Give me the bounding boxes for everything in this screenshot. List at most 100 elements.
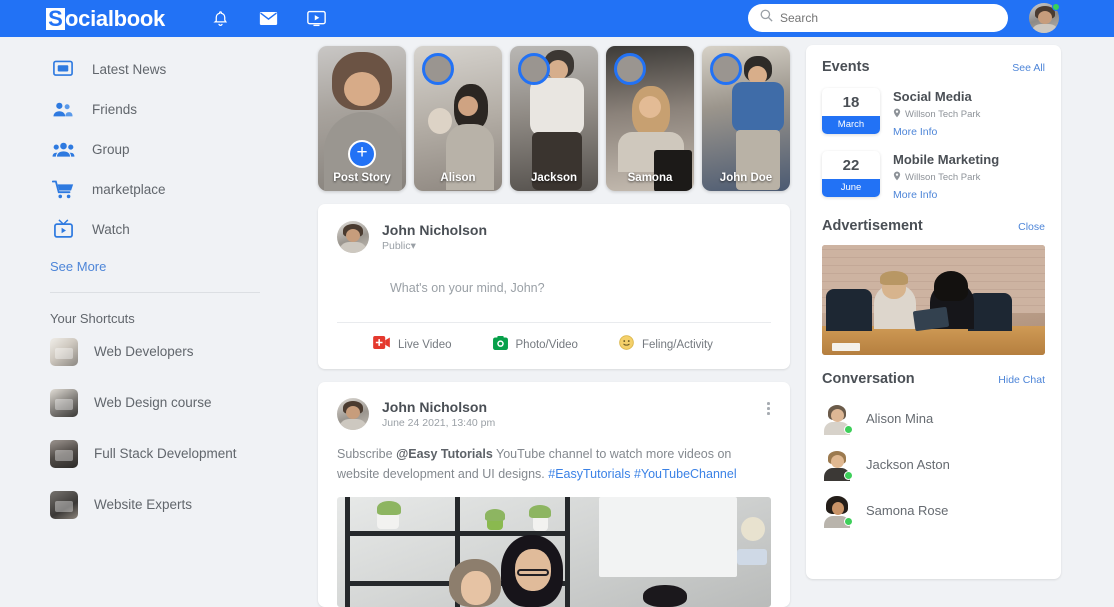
online-indicator xyxy=(844,471,853,480)
advertisement-image[interactable] xyxy=(822,245,1045,355)
story-label: John Doe xyxy=(702,172,790,184)
avatar-shirt xyxy=(1031,24,1059,33)
post-image[interactable] xyxy=(337,497,771,607)
feeling-icon xyxy=(619,335,634,355)
event-date-badge: 18 March xyxy=(822,88,880,134)
advertisement-close-link[interactable]: Close xyxy=(1018,221,1045,233)
story-label: Alison xyxy=(414,172,502,184)
story-label: Jackson xyxy=(510,172,598,184)
shortcut-label: Full Stack Development xyxy=(94,446,237,461)
mail-icon[interactable] xyxy=(257,8,279,30)
photo-video-button[interactable]: Photo/Video xyxy=(493,336,578,355)
contact-name: Alison Mina xyxy=(866,411,933,426)
shortcut-web-developers[interactable]: Web Developers xyxy=(0,326,310,377)
main-feed: + Post Story Alison Jackson Samona xyxy=(310,37,800,579)
search-input[interactable] xyxy=(780,11,980,25)
post-author-name: John Nicholson xyxy=(382,399,495,415)
event-day: 18 xyxy=(822,88,880,116)
feeling-activity-label: Feling/Activity xyxy=(642,339,713,351)
photo-video-label: Photo/Video xyxy=(516,339,578,351)
event-month: March xyxy=(822,116,880,134)
sidebar-label: marketplace xyxy=(92,182,166,197)
story-avatar xyxy=(614,53,646,85)
sidebar-item-group[interactable]: Group xyxy=(0,129,310,169)
composer-input[interactable]: What's on your mind, John? xyxy=(390,281,771,295)
sidebar-label: Latest News xyxy=(92,62,166,77)
event-place-label: Willson Tech Park xyxy=(905,172,980,183)
audience-label: Public xyxy=(382,240,411,252)
shortcut-label: Web Developers xyxy=(94,344,194,359)
post-body-text: Subscribe @Easy Tutorials YouTube channe… xyxy=(337,444,771,485)
shortcut-thumbnail xyxy=(50,440,78,468)
story-card-john-doe[interactable]: John Doe xyxy=(702,46,790,191)
post-composer-card: John Nicholson Public▾ What's on your mi… xyxy=(318,204,790,369)
contact-name: Samona Rose xyxy=(866,503,948,518)
shortcut-web-design-course[interactable]: Web Design course xyxy=(0,377,310,428)
more-options-icon[interactable] xyxy=(767,402,770,415)
story-card-alison[interactable]: Alison xyxy=(414,46,502,191)
live-video-button[interactable]: Live Video xyxy=(373,336,452,354)
event-location: Willson Tech Park xyxy=(893,171,999,184)
online-indicator xyxy=(844,517,853,526)
sidebar-item-latest-news[interactable]: Latest News xyxy=(0,49,310,89)
events-header: Events See All xyxy=(822,59,1045,75)
event-more-info-link[interactable]: More Info xyxy=(893,126,980,138)
composer-avatar xyxy=(337,221,369,253)
right-sidebar: Events See All 18 March Social Media Wil… xyxy=(806,45,1061,579)
header-icon-group xyxy=(209,8,327,30)
search-bar[interactable] xyxy=(748,4,1008,32)
shortcut-thumbnail xyxy=(50,491,78,519)
news-icon xyxy=(50,60,76,78)
hide-chat-link[interactable]: Hide Chat xyxy=(998,374,1045,386)
post-hashtag-2[interactable]: #YouTubeChannel xyxy=(634,467,737,481)
story-card-jackson[interactable]: Jackson xyxy=(510,46,598,191)
event-more-info-link[interactable]: More Info xyxy=(893,189,999,201)
contact-avatar xyxy=(822,403,852,433)
feeling-activity-button[interactable]: Feling/Activity xyxy=(619,335,713,355)
post-mention: @Easy Tutorials xyxy=(396,447,493,461)
post-hashtag-1[interactable]: #EasyTutorials xyxy=(548,467,630,481)
event-date-badge: 22 June xyxy=(822,151,880,197)
event-place-label: Willson Tech Park xyxy=(905,109,980,120)
add-story-button[interactable]: + xyxy=(348,140,376,168)
chevron-down-icon: ▾ xyxy=(411,240,416,252)
story-card-post-story[interactable]: + Post Story xyxy=(318,46,406,191)
see-more-link[interactable]: See More xyxy=(0,259,310,274)
event-item-mobile-marketing[interactable]: 22 June Mobile Marketing Willson Tech Pa… xyxy=(822,151,1045,201)
friends-icon xyxy=(50,101,76,118)
sidebar-label: Watch xyxy=(92,222,130,237)
story-label: Samona xyxy=(606,172,694,184)
search-icon xyxy=(760,9,773,27)
story-avatar xyxy=(710,53,742,85)
composer-user-name: John Nicholson xyxy=(382,222,487,238)
app-logo[interactable]: S ocialbook xyxy=(46,8,165,30)
contact-item-alison-mina[interactable]: Alison Mina xyxy=(822,403,1045,433)
sidebar-item-friends[interactable]: Friends xyxy=(0,89,310,129)
shortcut-full-stack-development[interactable]: Full Stack Development xyxy=(0,428,310,479)
video-icon[interactable] xyxy=(305,8,327,30)
photo-video-icon xyxy=(493,336,508,355)
event-item-social-media[interactable]: 18 March Social Media Willson Tech Park … xyxy=(822,88,1045,138)
story-avatar xyxy=(518,53,550,85)
shortcuts-heading: Your Shortcuts xyxy=(0,311,310,326)
bell-icon[interactable] xyxy=(209,8,231,30)
ad-paper xyxy=(832,343,860,351)
story-card-samona[interactable]: Samona xyxy=(606,46,694,191)
sidebar-item-marketplace[interactable]: marketplace xyxy=(0,169,310,209)
shortcut-thumbnail xyxy=(50,338,78,366)
composer-audience-selector[interactable]: Public▾ xyxy=(382,240,487,252)
sidebar-item-watch[interactable]: Watch xyxy=(0,209,310,249)
location-pin-icon xyxy=(893,171,901,184)
advertisement-header: Advertisement Close xyxy=(822,218,1045,234)
events-see-all-link[interactable]: See All xyxy=(1012,62,1045,74)
online-indicator xyxy=(844,425,853,434)
contact-item-samona-rose[interactable]: Samona Rose xyxy=(822,495,1045,525)
live-video-icon xyxy=(373,336,390,354)
post-author-avatar xyxy=(337,398,369,430)
shortcut-label: Web Design course xyxy=(94,395,212,410)
story-label: Post Story xyxy=(318,172,406,184)
event-month: June xyxy=(822,179,880,197)
shortcut-website-experts[interactable]: Website Experts xyxy=(0,479,310,530)
contact-name: Jackson Aston xyxy=(866,457,950,472)
contact-item-jackson-aston[interactable]: Jackson Aston xyxy=(822,449,1045,479)
